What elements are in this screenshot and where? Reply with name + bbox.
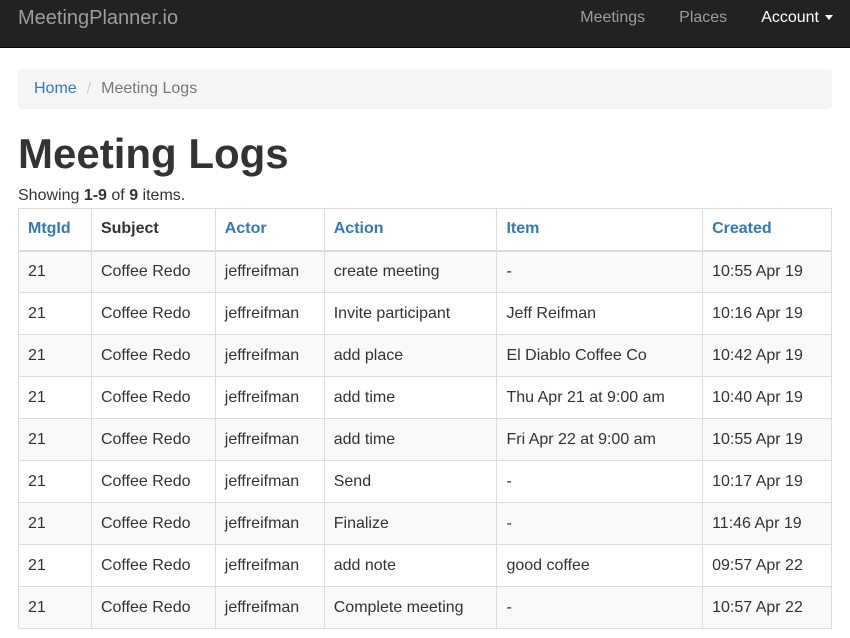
caret-down-icon [825,14,833,20]
cell-action: Invite participant [323,292,498,336]
cell-mtgid: 21 [18,502,92,546]
meeting-logs-table: MtgId Subject Actor Action Item Created 21 Cof… [18,208,832,630]
cell-action: add time [323,376,498,420]
sort-link-actor[interactable]: Actor [225,220,267,237]
page-title: Meeting Logs [18,130,289,177]
header-label-subject: Subject [100,220,159,238]
navbar: MeetingPlanner.io Meetings Places Accoun… [0,0,850,48]
cell-action: add time [323,418,498,462]
cell-mtgid: 21 [18,586,92,630]
cell-item: Jeff Reifman [496,292,704,336]
cell-actor: jeffreifman [214,502,325,546]
cell-created: 10:55 Apr 19 [702,418,832,462]
cell-subject: Coffee Redo [90,292,216,336]
cell-actor: jeffreifman [214,334,325,378]
table-row: 21 Coffee Redo jeffreifman Complete meeting… [18,586,832,630]
cell-subject: Coffee Redo [90,250,216,294]
summary-suffix: items. [138,187,186,205]
summary-prefix: Showing [18,187,84,205]
nav-menu: Meetings Places Account [563,9,850,27]
cell-mtgid: 21 [18,250,92,294]
cell-actor: jeffreifman [214,418,325,462]
breadcrumb-current: Meeting Logs [101,80,198,97]
summary-total: 9 [129,187,139,205]
cell-action: add place [323,334,498,378]
cell-subject: Coffee Redo [90,502,216,546]
cell-actor: jeffreifman [214,292,325,336]
brand-logo[interactable]: MeetingPlanner.io [18,8,178,28]
nav-item-places[interactable]: Places [662,9,744,27]
table-row: 21 Coffee Redo jeffreifman add place El Diab… [18,334,832,378]
cell-mtgid: 21 [18,418,92,462]
cell-subject: Coffee Redo [90,334,216,378]
cell-item: good coffee [496,544,704,588]
cell-item: - [496,586,704,630]
cell-action: add note [323,544,498,588]
cell-actor: jeffreifman [214,250,325,294]
cell-mtgid: 21 [18,460,92,504]
sort-link-created[interactable]: Created [712,220,772,237]
sort-link-action[interactable]: Action [334,220,384,237]
nav-item-account[interactable]: Account [744,9,850,27]
summary-middle: of [106,187,130,205]
column-header-item[interactable]: Item [496,208,704,252]
sort-link-mtgid[interactable]: MtgId [28,220,71,237]
cell-action: Finalize [323,502,498,546]
cell-created: 09:57 Apr 22 [702,544,832,588]
cell-created: 11:46 Apr 19 [702,502,832,546]
cell-item: - [496,502,704,546]
cell-item: Thu Apr 21 at 9:00 am [496,376,704,420]
cell-action: Send [323,460,498,504]
column-header-actor[interactable]: Actor [214,208,325,252]
table-row: 21 Coffee Redo jeffreifman create meeting -1… [18,250,832,294]
table-header-row: MtgId Subject Actor Action Item Created [18,208,832,252]
cell-actor: jeffreifman [214,460,325,504]
cell-item: Fri Apr 22 at 9:00 am [496,418,704,462]
nav-item-meetings[interactable]: Meetings [563,9,662,27]
table-row: 21 Coffee Redo jeffreifman Send -10:17 Apr 1… [18,460,832,504]
cell-mtgid: 21 [18,292,92,336]
cell-subject: Coffee Redo [90,544,216,588]
cell-mtgid: 21 [18,334,92,378]
cell-action: create meeting [323,250,498,294]
table-row: 21 Coffee Redo jeffreifman add note good cof… [18,544,832,588]
cell-item: - [496,460,704,504]
cell-created: 10:16 Apr 19 [702,292,832,336]
cell-created: 10:57 Apr 22 [702,586,832,630]
column-header-created[interactable]: Created [702,208,832,252]
breadcrumb: Home / Meeting Logs [18,69,832,109]
nav-item-account-label: Account [761,8,819,26]
results-summary: Showing 1-9 of 9 items. [18,187,832,205]
cell-actor: jeffreifman [214,544,325,588]
cell-item: - [496,250,704,294]
table-row: 21 Coffee Redo jeffreifman add time Thu Apr … [18,376,832,420]
breadcrumb-home[interactable]: Home [34,80,77,98]
table-row: 21 Coffee Redo jeffreifman Finalize -11:46 A… [18,502,832,546]
table-row: 21 Coffee Redo jeffreifman Invite participa… [18,292,832,336]
cell-created: 10:40 Apr 19 [702,376,832,420]
table-row: 21 Coffee Redo jeffreifman add time Fri Apr … [18,418,832,462]
column-header-mtgid[interactable]: MtgId [18,208,92,252]
column-header-action[interactable]: Action [323,208,498,252]
column-header-subject: Subject [90,208,216,252]
cell-item: El Diablo Coffee Co [496,334,704,378]
cell-mtgid: 21 [18,376,92,420]
cell-actor: jeffreifman [214,376,325,420]
main-container: Home / Meeting Logs Meeting Logs Showing… [0,69,850,630]
table-body: 21 Coffee Redo jeffreifman create meeting -1… [18,250,832,630]
sort-link-item[interactable]: Item [506,220,539,237]
breadcrumb-separator: / [86,80,92,97]
cell-action: Complete meeting [323,586,498,630]
cell-created: 10:55 Apr 19 [702,250,832,294]
cell-mtgid: 21 [18,544,92,588]
cell-subject: Coffee Redo [90,460,216,504]
cell-actor: jeffreifman [214,586,325,630]
cell-created: 10:42 Apr 19 [702,334,832,378]
cell-created: 10:17 Apr 19 [702,460,832,504]
summary-range: 1-9 [83,187,107,205]
cell-subject: Coffee Redo [90,376,216,420]
cell-subject: Coffee Redo [90,418,216,462]
cell-subject: Coffee Redo [90,586,216,630]
